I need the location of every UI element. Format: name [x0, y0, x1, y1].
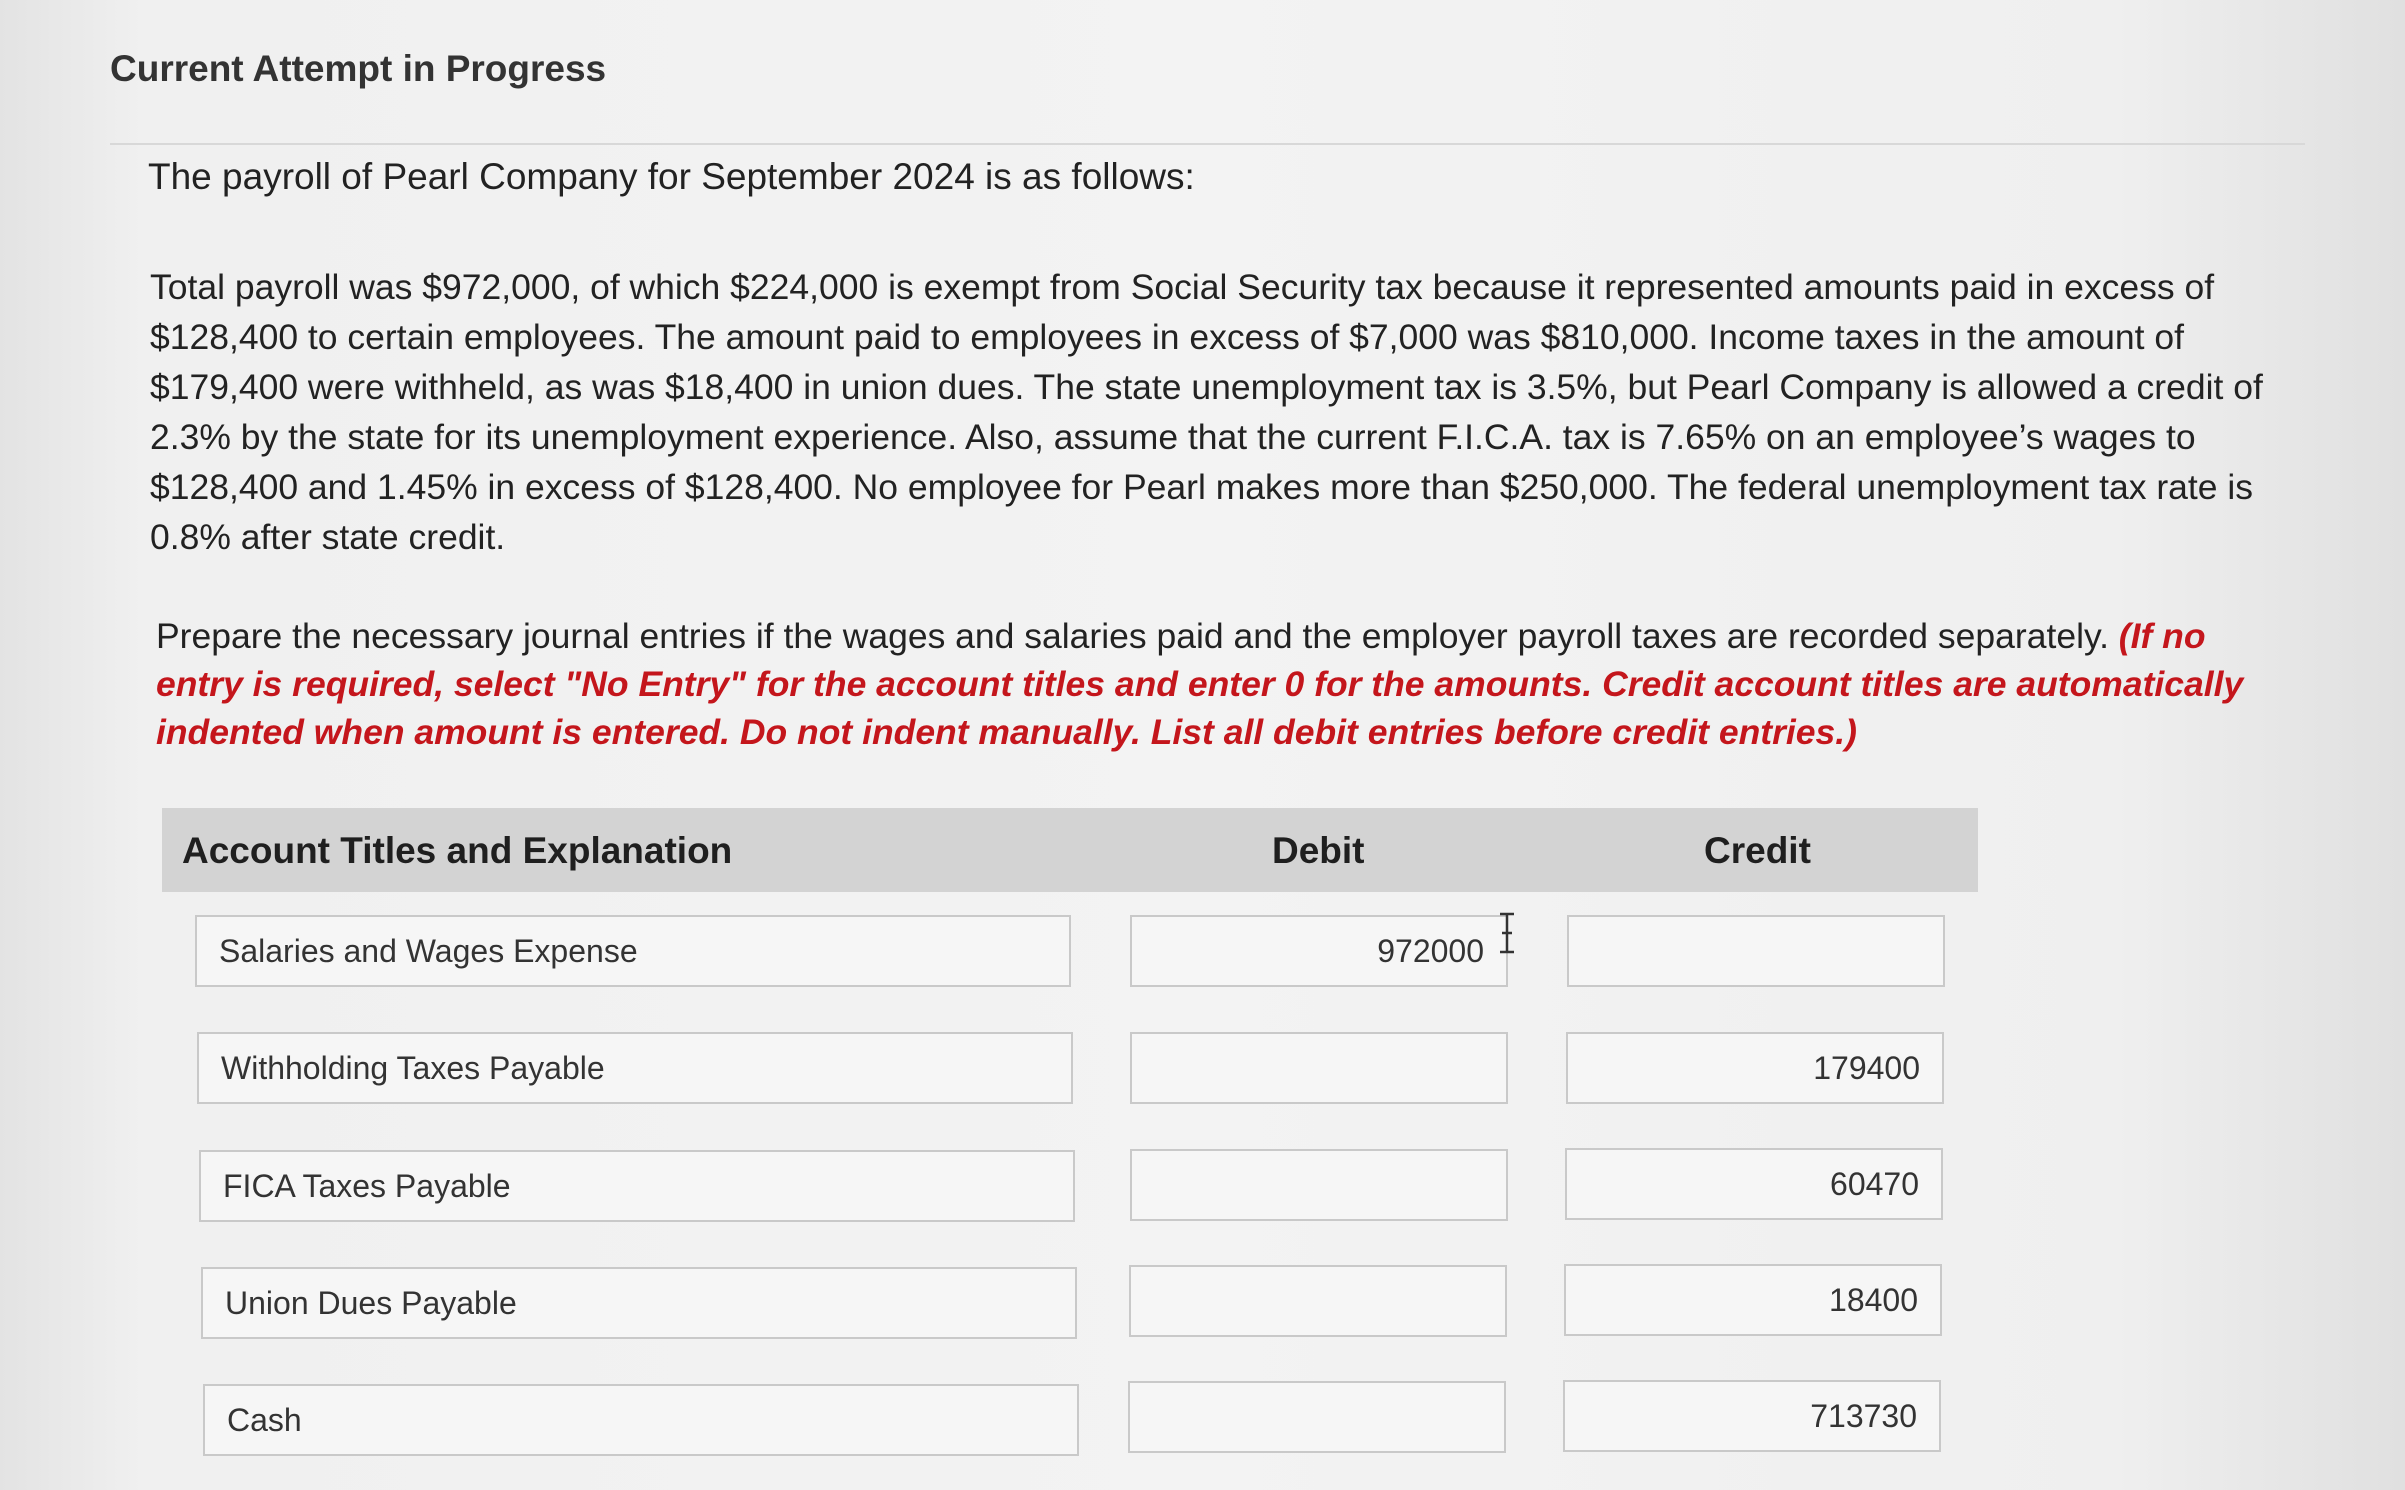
instruction-text: Prepare the necessary journal entries if… — [156, 616, 2119, 656]
account-title-input-4[interactable] — [201, 1267, 1077, 1339]
problem-text: Total payroll was $972,000, of which $22… — [150, 267, 2263, 557]
divider — [110, 143, 2305, 145]
credit-input-1[interactable] — [1567, 915, 1945, 987]
account-title-input-5[interactable] — [203, 1384, 1079, 1456]
header-debit: Debit — [1272, 830, 1365, 871]
credit-input-4[interactable] — [1564, 1264, 1942, 1336]
attempt-title: Current Attempt in Progress — [110, 48, 607, 89]
page: Current Attempt in Progress The payroll … — [0, 0, 2405, 1490]
debit-input-1[interactable] — [1130, 915, 1508, 987]
journal-table-header: Account Titles and Explanation Debit Cre… — [162, 808, 1978, 892]
instructions: Prepare the necessary journal entries if… — [156, 612, 2276, 756]
header-credit: Credit — [1704, 830, 1811, 871]
question-intro: The payroll of Pearl Company for Septemb… — [148, 156, 1195, 197]
credit-input-2[interactable] — [1566, 1032, 1944, 1104]
debit-input-5[interactable] — [1128, 1381, 1506, 1453]
credit-input-3[interactable] — [1565, 1148, 1943, 1220]
account-title-input-2[interactable] — [197, 1032, 1073, 1104]
debit-input-4[interactable] — [1129, 1265, 1507, 1337]
debit-input-2[interactable] — [1130, 1032, 1508, 1104]
credit-input-5[interactable] — [1563, 1380, 1941, 1452]
header-account-titles: Account Titles and Explanation — [182, 830, 733, 871]
account-title-input-1[interactable] — [195, 915, 1071, 987]
text-cursor-icon — [1500, 912, 1514, 954]
account-title-input-3[interactable] — [199, 1150, 1075, 1222]
debit-input-3[interactable] — [1130, 1149, 1508, 1221]
